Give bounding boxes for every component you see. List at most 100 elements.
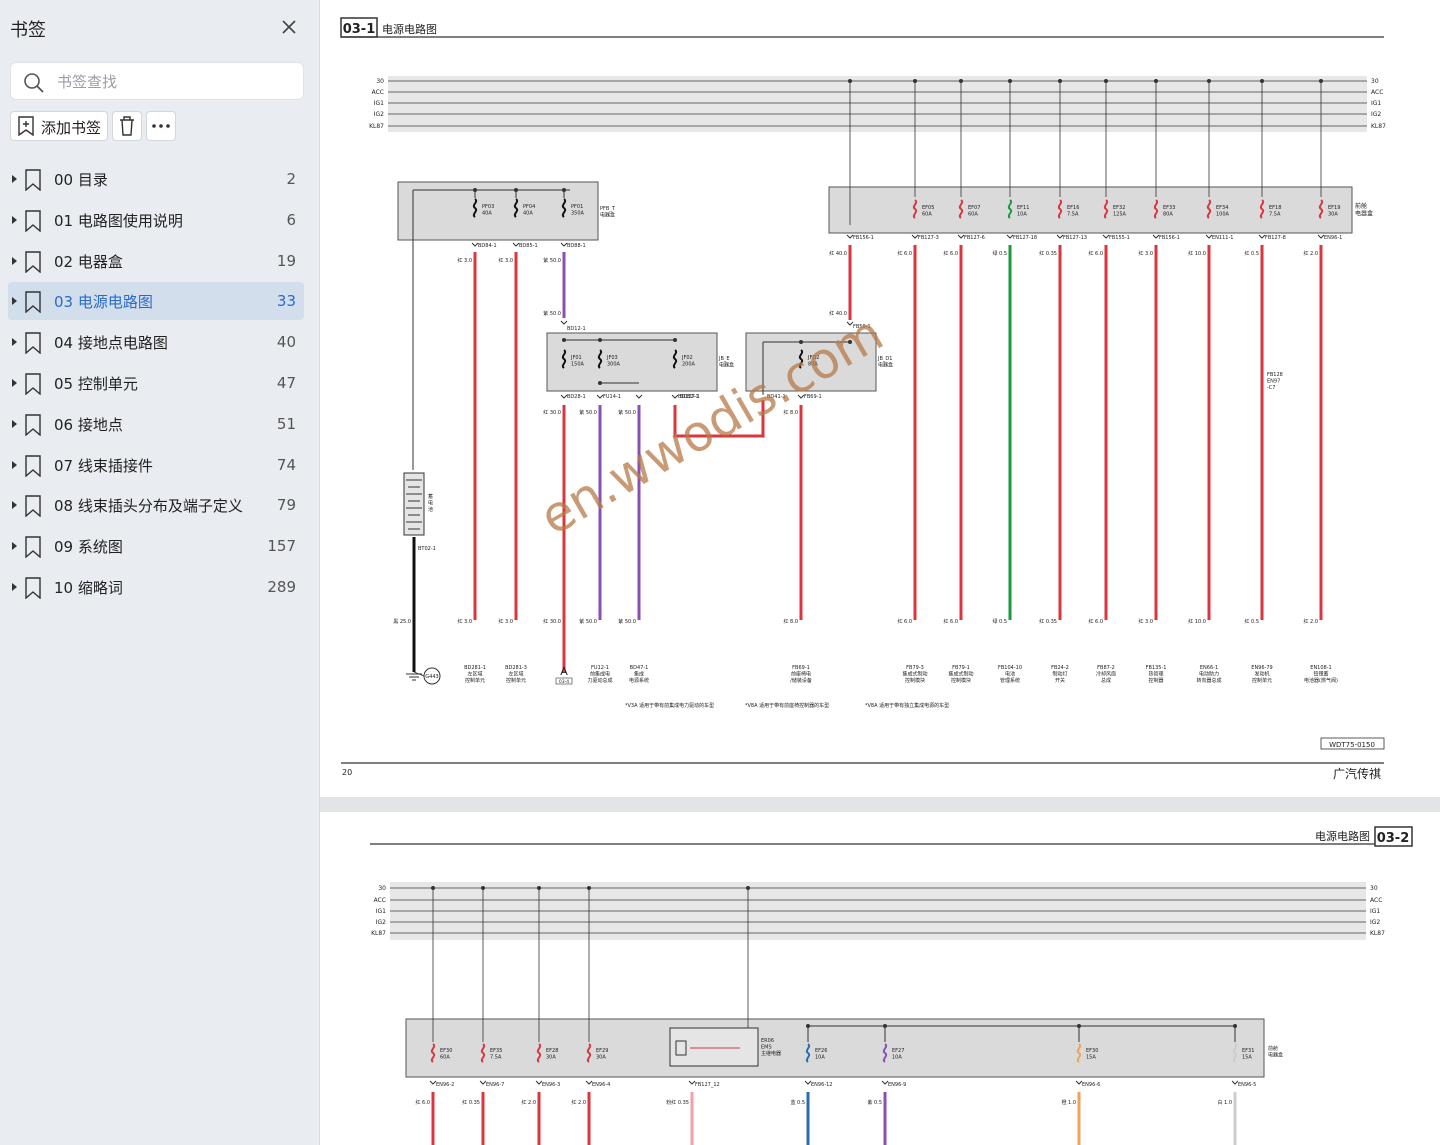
bookmark-item[interactable]: 10 缩略词 289 xyxy=(8,568,304,606)
wire-spec: 红 40.0 xyxy=(829,250,847,257)
wire-spec: 红 0.35 xyxy=(462,1099,480,1106)
bookmark-item[interactable]: 04 接地点电路图 40 xyxy=(8,323,304,361)
bookmark-item[interactable]: 02 电器盒 19 xyxy=(8,242,304,280)
node xyxy=(562,188,566,192)
document-viewer[interactable]: 03-1 电源电路图 30 30 ACC ACC IG1 IG1 IG2 IG2 KL87 KL87 前… xyxy=(320,0,1440,1145)
circuit-diagram-page-2: 电源电路图 03-2 30 30 ACC ACC IG1 IG1 IG2 IG2 KL87 KL87 前… xyxy=(370,826,1413,1145)
footnote: *V3A 适用于带有前集成电力驱动的车型 xyxy=(625,702,714,709)
fuse-label: EF32 xyxy=(1113,205,1125,211)
bus-node xyxy=(959,79,963,83)
fuse-label: EF16 xyxy=(1067,205,1079,211)
front-fuse-box-2 xyxy=(405,1018,1265,1078)
close-icon[interactable] xyxy=(278,16,300,38)
fuse-label: 15A xyxy=(1242,1055,1252,1061)
destination-label: BD281-1 xyxy=(464,665,486,671)
expand-arrow-icon[interactable] xyxy=(12,501,17,510)
destination-label: FB104-10 xyxy=(998,665,1022,671)
jbe-box-label: JB_E xyxy=(718,356,730,362)
search-box xyxy=(10,62,304,100)
wire-spec: 红 6.0 xyxy=(897,618,912,625)
pfb-fuse-box xyxy=(397,181,599,241)
connector-label: BD12-1 xyxy=(567,326,586,332)
node xyxy=(514,188,518,192)
expand-arrow-icon[interactable] xyxy=(12,175,17,183)
wire-spec: 紫 50.0 xyxy=(543,311,561,317)
destination-label: FB87-2 xyxy=(1097,665,1115,671)
bookmark-page-number: 19 xyxy=(276,251,296,270)
bookmark-item[interactable]: 06 接地点 51 xyxy=(8,405,304,443)
expand-arrow-icon[interactable] xyxy=(12,582,17,591)
fuse-label: EF28 xyxy=(546,1048,558,1054)
node xyxy=(1233,1024,1237,1028)
expand-arrow-icon[interactable] xyxy=(12,256,17,265)
destination-label: 控制单元 xyxy=(465,677,485,684)
expand-arrow-icon[interactable] xyxy=(12,215,17,224)
expand-arrow-icon[interactable] xyxy=(12,338,17,347)
bookmark-item[interactable]: 07 线束插接件 74 xyxy=(8,446,304,484)
search-input[interactable] xyxy=(55,68,299,96)
bookmark-item[interactable]: 05 控制单元 47 xyxy=(8,364,304,402)
bookmark-page-number: 289 xyxy=(267,577,296,596)
node xyxy=(673,338,677,342)
connector-label: FB156-1 xyxy=(1159,235,1180,241)
wire-spec: 紫 50.0 xyxy=(543,258,561,264)
bookmark-item[interactable]: 00 目录 2 xyxy=(8,160,304,198)
expand-arrow-icon[interactable] xyxy=(12,460,17,469)
page-20: 03-1 电源电路图 30 30 ACC ACC IG1 IG1 IG2 IG2 KL87 KL87 前… xyxy=(320,0,1440,797)
expand-arrow-icon[interactable] xyxy=(12,542,17,551)
node xyxy=(1077,1024,1081,1028)
bookmark-item[interactable]: 01 电路图使用说明 6 xyxy=(8,201,304,239)
fuse-label: 40A xyxy=(523,211,533,217)
bookmark-label: 04 接地点电路图 xyxy=(54,334,168,353)
expand-arrow-icon[interactable] xyxy=(12,378,17,387)
more-options-button[interactable] xyxy=(146,111,176,141)
wire-spec: 红 0.5 xyxy=(1244,618,1259,625)
delete-bookmark-button[interactable] xyxy=(112,111,142,141)
connector-label: EN96-2 xyxy=(436,1082,454,1088)
bus-label: 30 xyxy=(1370,885,1378,892)
destination-label: 控制单元 xyxy=(506,677,526,684)
destination-label: 冷却风扇 xyxy=(1096,671,1116,678)
bookmark-item[interactable]: 03 电源电路图 33 xyxy=(8,282,304,321)
node xyxy=(806,1024,810,1028)
fuse-label: 30A xyxy=(596,1055,606,1061)
bus-node xyxy=(537,886,541,890)
fuse-label: 60A xyxy=(968,212,978,218)
bus-node xyxy=(1207,79,1211,83)
bus-label: 30 xyxy=(378,885,386,892)
bookmark-label: 01 电路图使用说明 xyxy=(54,211,183,230)
connector-label: BD28-1 xyxy=(567,394,586,400)
wire-spec: 红 6.0 xyxy=(943,618,958,625)
expand-arrow-icon[interactable] xyxy=(12,297,17,306)
bookmark-item[interactable]: 09 系统图 157 xyxy=(8,527,304,565)
add-bookmark-button[interactable]: 添加书签 xyxy=(10,111,108,141)
bus-label: 30 xyxy=(376,78,384,85)
expand-arrow-icon[interactable] xyxy=(12,419,17,428)
fuse-label: 150A xyxy=(571,362,585,368)
relay-box xyxy=(669,1027,759,1067)
fuse-label: EF26 xyxy=(815,1048,827,1054)
circuit-diagram-page-1: 03-1 电源电路图 30 30 ACC ACC IG1 IG1 IG2 IG2 KL87 KL87 前… xyxy=(340,17,1386,781)
bus-label: IG2 xyxy=(376,919,386,926)
front-box-label: 电器盒 xyxy=(1268,1052,1283,1059)
bus-label: IG1 xyxy=(1371,100,1381,107)
fuse-label: 30A xyxy=(546,1055,556,1061)
fuse-label: 10A xyxy=(815,1055,825,1061)
bus-label: 30 xyxy=(1371,78,1379,85)
fuse-label: 100A xyxy=(1216,212,1230,218)
wire-spec: 橙 1.0 xyxy=(1061,1099,1076,1106)
bookmark-item[interactable]: 08 线束插头分布及端子定义 79 xyxy=(8,486,304,524)
bookmark-panel: 书签 添加书签 00 目录 2 01 电路图使用说明 6 02 电器盒 19 03 电源电路… xyxy=(0,0,320,1145)
destination-label: 电池器(燃气阀) xyxy=(1304,677,1338,684)
fuse-label: 30A xyxy=(1328,212,1338,218)
bus-node xyxy=(587,886,591,890)
destination-label: BD281-3 xyxy=(505,665,527,671)
connector-label: -C7 xyxy=(1267,385,1275,391)
wire-spec: 红 2.0 xyxy=(1303,250,1318,257)
bus-label: ACC xyxy=(1370,897,1382,904)
destination-label: 转向器总成 xyxy=(1196,677,1221,684)
jbd-box-label: 电器盒 xyxy=(878,362,893,369)
fuse-label: PF04 xyxy=(523,204,535,210)
connector-label: FB127-3 xyxy=(918,235,939,241)
bus-label: IG1 xyxy=(1370,908,1380,915)
